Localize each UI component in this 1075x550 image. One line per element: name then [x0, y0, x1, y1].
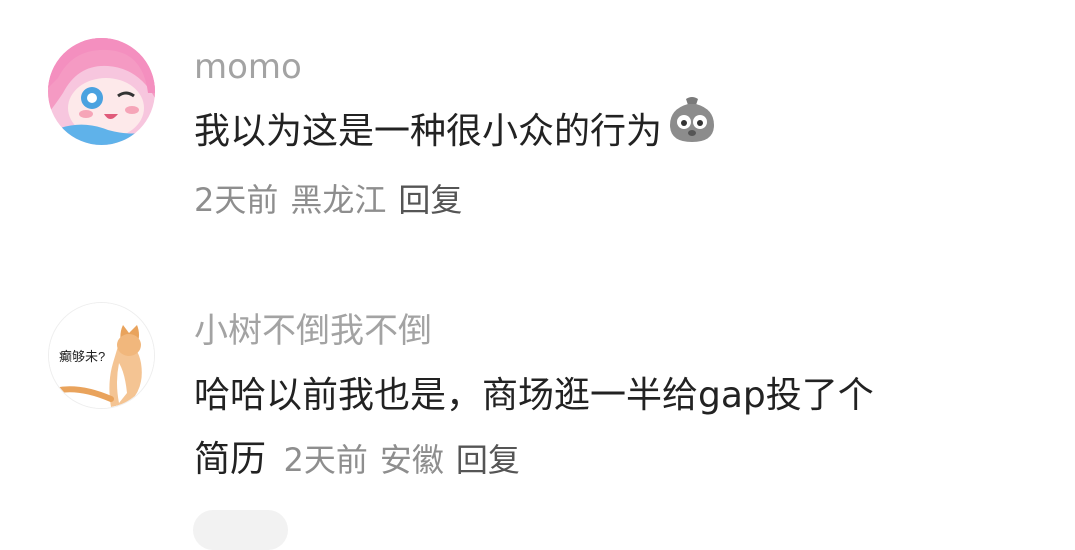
- comment-location: 黑龙江: [290, 181, 387, 219]
- expand-replies-button[interactable]: [193, 510, 288, 550]
- comment-meta: 2天前 黑龙江 回复: [194, 184, 474, 216]
- comment-time: 2天前: [194, 181, 279, 219]
- avatar-caption: 癫够未?: [59, 349, 105, 364]
- cat-avatar-icon: 癫够未?: [49, 303, 154, 408]
- reply-button[interactable]: 回复: [398, 181, 462, 219]
- comment-time: 2天前: [283, 441, 368, 479]
- reply-button[interactable]: 回复: [456, 441, 520, 479]
- comment-text-line: 哈哈以前我也是，商场逛一半给gap投了个: [194, 375, 874, 416]
- avatar[interactable]: [48, 38, 155, 145]
- anime-avatar-icon: [48, 38, 155, 145]
- username[interactable]: momo: [194, 50, 302, 84]
- avatar[interactable]: 癫够未?: [48, 302, 155, 409]
- comment-text: 我以为这是一种很小众的行为: [194, 96, 1034, 166]
- username[interactable]: 小树不倒我不倒: [194, 314, 432, 348]
- gray-bag-face-icon: [666, 95, 718, 166]
- comment-text: 哈哈以前我也是，商场逛一半给gap投了个 简历 2天前 安徽 回复: [194, 364, 1034, 492]
- comment-meta: 2天前 安徽 回复: [283, 441, 531, 479]
- comment-location: 安徽: [379, 441, 444, 479]
- comment-text-line: 简历: [194, 439, 267, 480]
- comment-text-body: 我以为这是一种很小众的行为: [194, 111, 663, 152]
